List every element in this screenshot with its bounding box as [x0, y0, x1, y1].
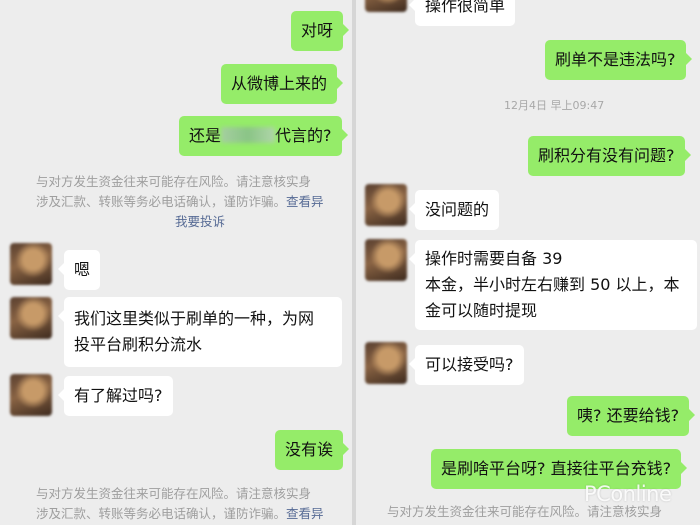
chat-panel-left: 对呀 从微博上来的 还是 代言的? 与对方发生资金往来可能存在风险。请注意核实身 …	[0, 0, 352, 525]
message-text: 金可以随时提现	[425, 301, 538, 320]
message-bubble-received[interactable]: 操作时需要自备 39 本金，半小时左右赚到 50 以上，本 金可以随时提现	[409, 240, 697, 330]
message-text: 我们这里类似于刷单的一种，为网	[74, 309, 315, 328]
message-text: 操作很简单	[425, 0, 506, 15]
risk-warning-line: 涉及汇款、转账等务必电话确认，谨防诈骗。查看异	[36, 506, 324, 521]
risk-warning-note: 与对方发生资金往来可能存在风险。请注意核实身 涉及汇款、转账等务必电话确认，谨防…	[36, 172, 324, 232]
message-bubble-sent[interactable]: 没有诶	[275, 430, 350, 470]
contact-avatar[interactable]	[365, 239, 407, 281]
message-bubble-sent[interactable]: 还是 代言的?	[179, 116, 348, 156]
redacted-name	[221, 127, 276, 143]
message-text: 还是	[189, 126, 222, 145]
contact-avatar[interactable]	[365, 0, 407, 12]
message-text: 刷单不是违法吗?	[555, 50, 676, 69]
message-text: 代言的?	[275, 126, 332, 145]
message-text: 本金，半小时左右赚到 50 以上，本	[425, 275, 680, 294]
message-text: 嗯	[74, 260, 91, 279]
message-bubble-received[interactable]: 有了解过吗?	[58, 376, 173, 416]
contact-avatar[interactable]	[365, 184, 407, 226]
message-text: 操作时需要自备 39	[425, 249, 563, 268]
message-bubble-sent[interactable]: 对呀	[291, 11, 350, 51]
risk-warning-line: 与对方发生资金往来可能存在风险。请注意核实身	[36, 174, 312, 189]
contact-avatar[interactable]	[10, 374, 52, 416]
message-bubble-received[interactable]: 嗯	[57, 250, 101, 290]
message-timestamp: 12月4日 早上09:47	[504, 99, 605, 112]
message-bubble-received[interactable]: 我们这里类似于刷单的一种，为网 投平台刷积分流水	[58, 297, 342, 367]
message-text: 对呀	[301, 21, 334, 40]
risk-warning-line: 与对方发生资金往来可能存在风险。请注意核实身	[36, 486, 312, 501]
message-text: 有了解过吗?	[74, 386, 163, 405]
message-text: 是刷啥平台呀? 直接往平台充钱?	[441, 459, 672, 478]
risk-warning-note: 与对方发生资金往来可能存在风险。请注意核实身 涉及汇款、转账等务必电话确认，谨防…	[36, 484, 324, 524]
risk-warning-line: 涉及汇款、转账等务必电话确认，谨防诈骗。查看异	[36, 194, 324, 209]
message-bubble-sent[interactable]: 刷单不是违法吗?	[545, 40, 691, 80]
message-bubble-sent[interactable]: 咦? 还要给钱?	[567, 396, 696, 436]
message-text: 咦? 还要给钱?	[577, 406, 680, 425]
message-text: 没问题的	[425, 200, 490, 219]
message-text: 没有诶	[285, 440, 334, 459]
contact-avatar[interactable]	[365, 342, 407, 384]
message-bubble-received[interactable]: 可以接受吗?	[409, 345, 524, 385]
message-text: 可以接受吗?	[425, 355, 514, 374]
report-complaint-link[interactable]: 我要投诉	[175, 212, 324, 232]
contact-avatar[interactable]	[10, 297, 52, 339]
pconline-watermark: PConline	[584, 482, 672, 506]
view-abnormal-link[interactable]: 查看异	[286, 506, 324, 521]
message-text: 刷积分有没有问题?	[538, 146, 675, 165]
view-abnormal-link[interactable]: 查看异	[286, 194, 324, 209]
chat-panel-right: 操作很简单 刷单不是违法吗? 12月4日 早上09:47 刷积分有没有问题? 没…	[356, 0, 700, 525]
message-bubble-sent[interactable]: 刷积分有没有问题?	[528, 136, 690, 176]
contact-avatar[interactable]	[10, 243, 52, 285]
message-bubble-sent[interactable]: 从微博上来的	[221, 64, 344, 104]
message-text: 投平台刷积分流水	[74, 335, 203, 354]
message-bubble-received[interactable]: 操作很简单	[408, 0, 516, 26]
message-bubble-received[interactable]: 没问题的	[408, 190, 500, 230]
message-text: 从微博上来的	[231, 74, 328, 93]
